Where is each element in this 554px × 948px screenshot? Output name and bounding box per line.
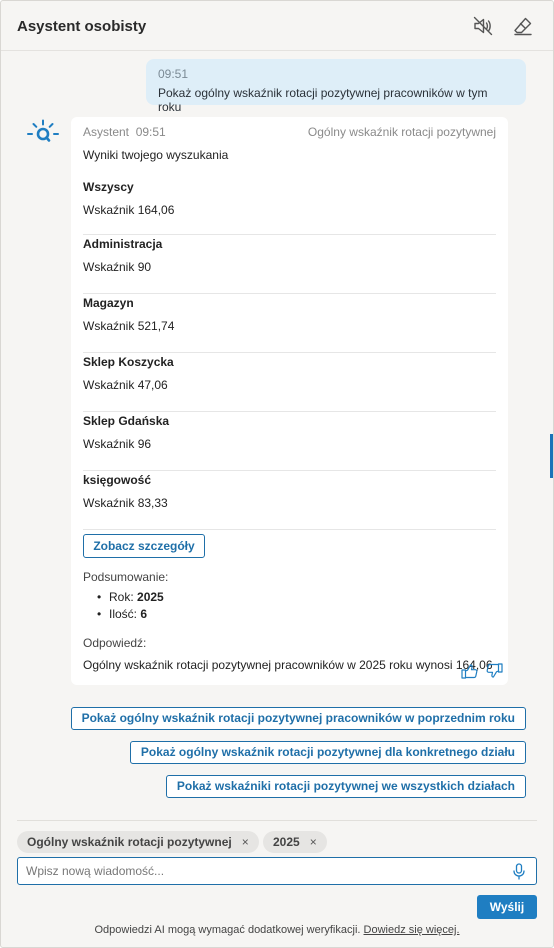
user-message-text: Pokaż ogólny wskaźnik rotacji pozytywnej…	[158, 86, 488, 114]
assistant-logo-icon	[25, 118, 63, 146]
thumbs-down-icon[interactable]	[485, 663, 503, 679]
ai-disclaimer: Odpowiedzi AI mogą wymagać dodatkowej we…	[1, 924, 553, 936]
result-name: księgowość	[83, 473, 152, 487]
scroll-indicator[interactable]	[550, 434, 553, 478]
panel-header: Asystent osobisty	[1, 1, 553, 51]
see-details-button[interactable]: Zobacz szczegóły	[83, 534, 205, 558]
filter-chip-label: 2025	[273, 835, 300, 849]
microphone-icon[interactable]	[512, 863, 526, 880]
disclaimer-text: Odpowiedzi AI mogą wymagać dodatkowej we…	[94, 924, 361, 936]
result-item: Administracja Wskaźnik 90	[83, 235, 496, 294]
filter-chip: Ogólny wskaźnik rotacji pozytywnej ×	[17, 831, 259, 853]
learn-more-link[interactable]: Dowiedz się więcej.	[364, 924, 460, 936]
summary-item-year: Rok: 2025	[97, 590, 164, 607]
filter-chip-label: Ogólny wskaźnik rotacji pozytywnej	[27, 835, 232, 849]
result-value: Wskaźnik 164,06	[83, 203, 175, 217]
assistant-message-card: Asystent 09:51 Ogólny wskaźnik rotacji p…	[71, 117, 508, 685]
message-input-box	[17, 857, 537, 885]
speaker-muted-icon[interactable]	[472, 15, 494, 37]
user-message-bubble: 09:51 Pokaż ogólny wskaźnik rotacji pozy…	[146, 59, 526, 114]
result-value: Wskaźnik 83,33	[83, 496, 168, 510]
close-icon[interactable]: ×	[242, 831, 249, 853]
result-name: Administracja	[83, 237, 163, 251]
summary-item-count: Ilość: 6	[97, 607, 164, 624]
result-value: Wskaźnik 47,06	[83, 378, 168, 392]
results-intro: Wyniki twojego wyszukania	[83, 148, 229, 162]
composer-divider	[17, 820, 537, 821]
eraser-icon[interactable]	[512, 15, 534, 37]
result-item: Sklep Gdańska Wskaźnik 96	[83, 412, 496, 471]
user-message-time: 09:51	[158, 67, 189, 81]
result-value: Wskaźnik 96	[83, 437, 152, 451]
assistant-message-time: 09:51	[135, 125, 166, 139]
suggestion-button[interactable]: Pokaż ogólny wskaźnik rotacji pozytywnej…	[129, 741, 526, 764]
result-name: Magazyn	[83, 296, 134, 310]
assistant-message-topic: Ogólny wskaźnik rotacji pozytywnej	[307, 125, 496, 139]
result-name: Sklep Gdańska	[83, 414, 170, 428]
result-item: Magazyn Wskaźnik 521,74	[83, 294, 496, 353]
summary-list: Rok: 2025 Ilość: 6	[97, 590, 164, 624]
answer-text: Ogólny wskaźnik rotacji pozytywnej praco…	[83, 658, 493, 672]
result-item: księgowość Wskaźnik 83,33	[83, 471, 496, 530]
suggestion-button[interactable]: Pokaż ogólny wskaźnik rotacji pozytywnej…	[70, 707, 526, 730]
summary-label: Podsumowanie:	[83, 570, 169, 584]
assistant-sender: Asystent 09:51	[83, 125, 166, 139]
assistant-panel: Asystent osobisty 09:51 Pokaż ogólny wsk…	[0, 0, 554, 948]
panel-title: Asystent osobisty	[17, 18, 147, 35]
result-value: Wskaźnik 90	[83, 260, 152, 274]
answer-label: Odpowiedź:	[83, 636, 147, 650]
close-icon[interactable]: ×	[310, 831, 317, 853]
result-name: Wszyscy	[83, 180, 134, 194]
thumbs-up-icon[interactable]	[461, 663, 479, 679]
filter-chip: 2025 ×	[263, 831, 327, 853]
result-value: Wskaźnik 521,74	[83, 319, 175, 333]
suggestion-button[interactable]: Pokaż wskaźniki rotacji pozytywnej we ws…	[165, 775, 526, 798]
result-name: Sklep Koszycka	[83, 355, 174, 369]
assistant-message-meta: Asystent 09:51 Ogólny wskaźnik rotacji p…	[83, 117, 496, 146]
result-item: Sklep Koszycka Wskaźnik 47,06	[83, 353, 496, 412]
result-item: Wszyscy Wskaźnik 164,06	[83, 178, 496, 235]
message-input[interactable]	[26, 862, 506, 880]
send-button[interactable]: Wyślij	[477, 895, 537, 919]
